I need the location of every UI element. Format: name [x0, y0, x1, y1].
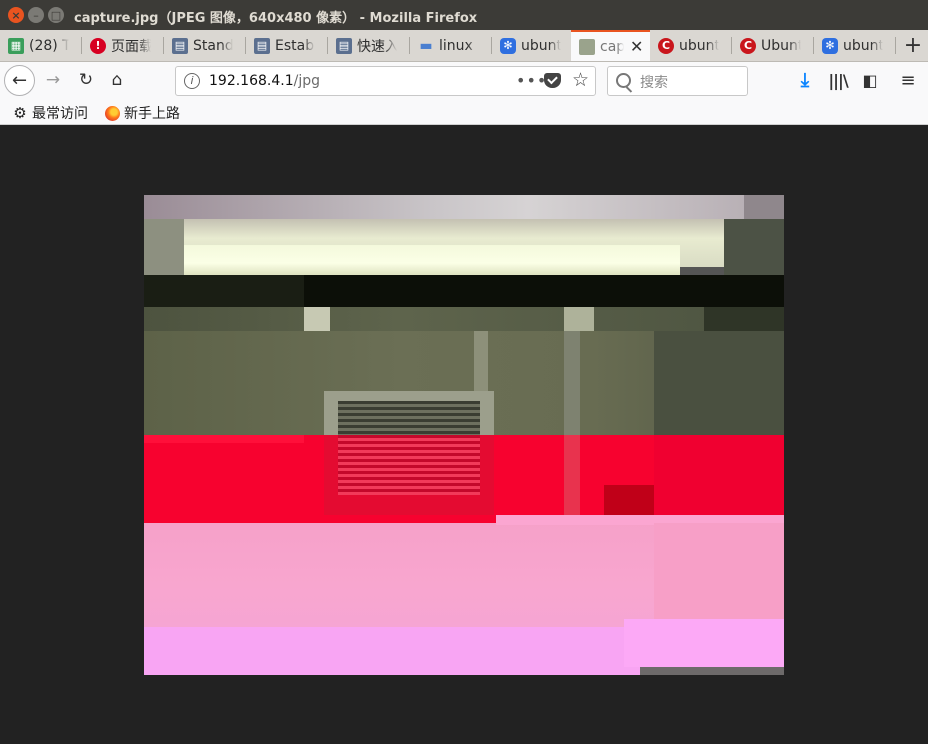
tab-3[interactable]: ▤ Estab	[246, 30, 328, 61]
forward-button[interactable]: →	[41, 68, 65, 92]
tab-label: 页面载	[111, 38, 151, 55]
dash-icon: ▬	[419, 37, 433, 54]
page-icon: ▤	[172, 37, 188, 54]
reload-button[interactable]: ↻	[74, 68, 98, 92]
home-button[interactable]: ⌂	[105, 68, 129, 92]
search-bar[interactable]: 搜索	[607, 66, 748, 96]
page-icon: ▤	[336, 37, 352, 54]
new-tab-button[interactable]: +	[898, 30, 928, 61]
image-thumb-icon	[579, 38, 595, 55]
tab-label: Stand	[193, 37, 233, 54]
maximize-window-button[interactable]: □	[48, 7, 64, 23]
tab-2[interactable]: ▤ Stand	[164, 30, 246, 61]
tab-7-active[interactable]: cap ✕	[571, 30, 650, 61]
close-tab-icon[interactable]: ✕	[630, 37, 643, 56]
page-icon: ▤	[254, 37, 270, 54]
tab-strip: ▦ (28) Ta ! 页面载 ▤ Stand ▤ Estab ▤ 快速入 ▬ …	[0, 30, 928, 62]
tab-label: ubunt	[843, 37, 883, 54]
title-bar: × – □ capture.jpg（JPEG 图像，640x480 像素） - …	[0, 0, 928, 30]
csdn-icon: C	[658, 37, 674, 54]
tab-label: ubunt	[521, 37, 561, 54]
back-button[interactable]: ←	[4, 65, 35, 96]
library-icon[interactable]: |||\	[826, 68, 850, 92]
tab-label: Estab	[275, 37, 315, 54]
error-icon: !	[90, 37, 106, 54]
tab-10[interactable]: ✻ ubunt	[814, 30, 896, 61]
bookmarks-toolbar: ⚙ 最常访问 新手上路	[0, 100, 928, 125]
pocket-icon[interactable]	[544, 73, 561, 88]
bookmark-label: 新手上路	[124, 106, 180, 122]
tab-1[interactable]: ! 页面载	[82, 30, 164, 61]
firefox-icon	[104, 105, 120, 121]
tab-label: cap	[600, 38, 624, 55]
sidebar-icon[interactable]: ◧	[858, 68, 882, 92]
url-bar[interactable]: i 192.168.4.1/jpg ••• ☆	[175, 66, 596, 96]
download-icon[interactable]: ⤓	[793, 68, 817, 92]
csdn-icon: C	[740, 37, 756, 54]
bookmark-star-icon[interactable]: ☆	[572, 69, 589, 91]
bookmark-most-visited[interactable]: ⚙ 最常访问	[12, 103, 88, 123]
navigation-bar: ← → ↻ ⌂ i 192.168.4.1/jpg ••• ☆ 搜索 ⤓ |||…	[0, 62, 928, 100]
bookmark-getting-started[interactable]: 新手上路	[104, 103, 180, 123]
minimize-window-button[interactable]: –	[28, 7, 44, 23]
menu-icon[interactable]: ≡	[896, 68, 920, 92]
window-title: capture.jpg（JPEG 图像，640x480 像素） - Mozill…	[74, 11, 478, 26]
tab-4[interactable]: ▤ 快速入	[328, 30, 410, 61]
tab-label: 快速入	[357, 38, 397, 55]
tab-label: linux	[439, 37, 473, 54]
tab-0[interactable]: ▦ (28) Ta	[0, 30, 82, 61]
captured-jpeg-image[interactable]	[144, 195, 784, 675]
gear-icon: ⚙	[13, 104, 27, 122]
baidu-paw-icon: ✻	[822, 37, 838, 54]
search-icon	[616, 73, 631, 88]
tab-5[interactable]: ▬ linux	[410, 30, 492, 61]
baidu-paw-icon: ✻	[500, 37, 516, 54]
search-placeholder: 搜索	[640, 75, 668, 91]
url-text[interactable]: 192.168.4.1/jpg	[209, 73, 320, 89]
page-actions-icon[interactable]: •••	[516, 71, 547, 90]
url-host: 192.168.4.1	[209, 73, 294, 89]
tab-label: Ubunt	[761, 37, 801, 54]
url-path: /jpg	[293, 73, 320, 89]
tab-label: (28) Ta	[29, 37, 69, 54]
site-info-icon[interactable]: i	[184, 73, 200, 89]
tasks-icon: ▦	[8, 37, 24, 54]
bookmark-label: 最常访问	[32, 106, 88, 122]
tab-label: ubunt	[679, 37, 719, 54]
tab-8[interactable]: C ubunt	[650, 30, 732, 61]
image-viewer	[0, 125, 928, 744]
close-window-button[interactable]: ×	[8, 7, 24, 23]
tab-9[interactable]: C Ubunt	[732, 30, 814, 61]
tab-6[interactable]: ✻ ubunt	[492, 30, 571, 61]
